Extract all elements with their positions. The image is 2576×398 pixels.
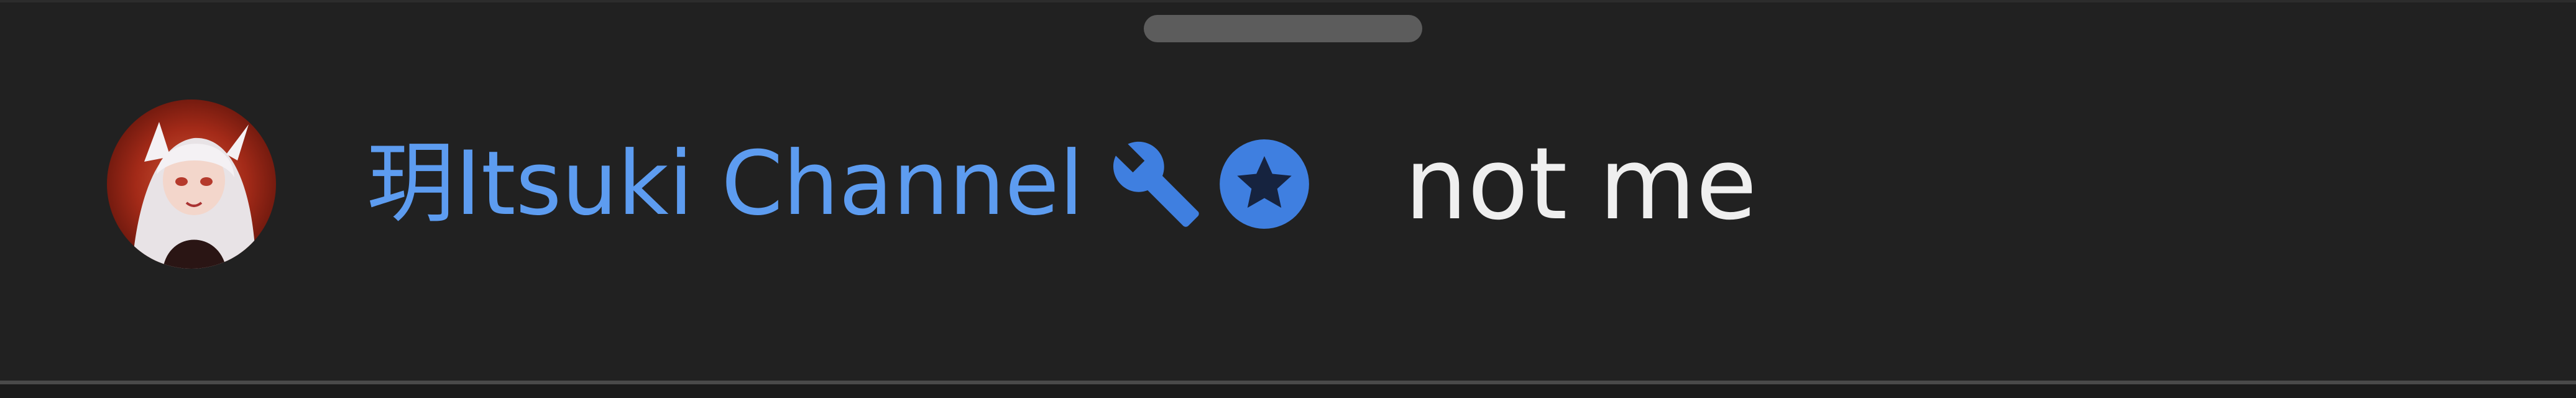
author-name[interactable]: 玥Itsuki Channel [367,140,1083,228]
chat-message: 玥Itsuki Channel not me [107,100,1757,269]
bottom-divider [0,381,2576,398]
avatar[interactable] [107,100,276,269]
drag-handle[interactable] [1144,15,1422,42]
wrench-icon [1110,137,1203,231]
star-icon [1218,137,1311,231]
message-text: not me [1404,126,1757,242]
chat-panel: 玥Itsuki Channel not me [0,0,2576,381]
